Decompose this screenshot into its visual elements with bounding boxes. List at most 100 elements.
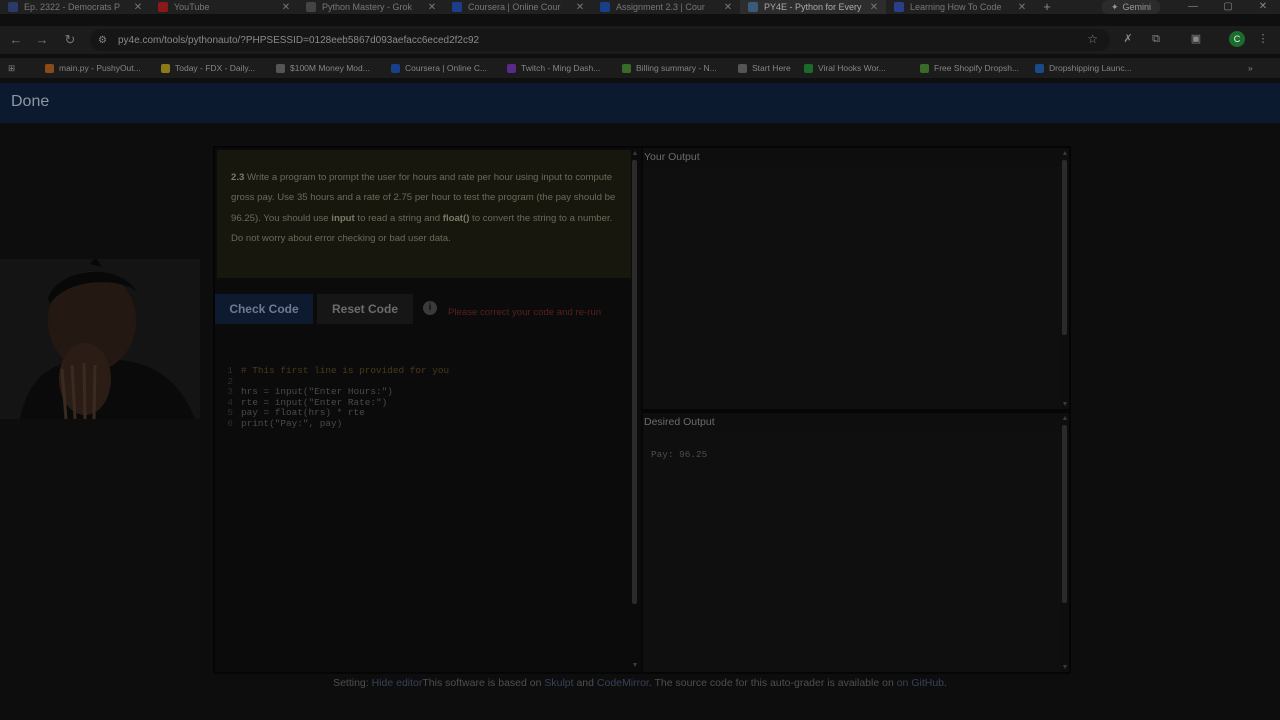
code-editor[interactable]: 1 # This first line is provided for you 2…	[217, 365, 627, 666]
coursera-icon	[600, 2, 610, 12]
bookmark-item[interactable]: main.py - PushyOut...	[45, 61, 141, 75]
close-icon[interactable]: ✕	[1016, 2, 1028, 13]
address-bar[interactable]: ⚙ py4e.com/tools/pythonauto/?PHPSESSID=0…	[90, 29, 1110, 51]
address-bar-row: ← → ↻ ⚙ py4e.com/tools/pythonauto/?PHPSE…	[0, 26, 1280, 54]
apps-icon[interactable]: ⊞	[8, 61, 15, 75]
code-text: hrs = input("Enter Hours:")	[241, 386, 393, 397]
url-text[interactable]: py4e.com/tools/pythonauto/?PHPSESSID=012…	[118, 35, 479, 46]
reset-code-button[interactable]: Reset Code	[317, 294, 413, 324]
site-info-icon[interactable]: ⚙	[98, 35, 112, 46]
sheets-icon	[804, 63, 813, 73]
triangle-icon	[738, 63, 747, 73]
scroll-thumb[interactable]	[1062, 425, 1067, 603]
scroll-up-icon[interactable]: ▲	[1061, 415, 1069, 423]
dw-icon	[8, 2, 18, 12]
desired-output-value: Pay: 96.25	[651, 449, 708, 460]
close-icon[interactable]: ✕	[722, 2, 734, 13]
tab-title: Ep. 2322 - Democrats P	[24, 2, 121, 12]
bookmark-label: Coursera | Online C...	[405, 63, 488, 73]
new-tab-icon[interactable]: +	[1040, 0, 1054, 14]
desired-output-body: Pay: 96.25	[643, 431, 1061, 672]
github-link[interactable]: on GitHub	[897, 677, 944, 689]
bookmark-item[interactable]: Today - FDX - Daily...	[161, 61, 255, 75]
star-icon[interactable]: ☆	[1087, 32, 1098, 46]
page-content: Done 2.3 Write a program to prompt the u…	[0, 83, 1280, 720]
extension-icon[interactable]: ✗	[1120, 31, 1136, 47]
maximize-icon[interactable]: ▢	[1218, 0, 1238, 14]
close-icon[interactable]: ✕	[132, 2, 144, 13]
bookmark-item[interactable]: Start Here	[738, 61, 791, 75]
gemini-button[interactable]: ✦ Gemini	[1102, 0, 1160, 14]
back-icon[interactable]: ←	[7, 31, 25, 49]
scroll-thumb[interactable]	[1062, 160, 1067, 335]
hide-editor-link[interactable]: Hide editor	[372, 677, 423, 689]
tab-item[interactable]: Assignment 2.3 | Cour ✕	[592, 0, 740, 14]
profile-avatar[interactable]: C	[1229, 31, 1245, 47]
bookmark-item[interactable]: Billing summary - N...	[622, 61, 717, 75]
prompt-text: to read a string and	[354, 212, 443, 224]
output-scrollbar[interactable]: ▲ ▼	[1061, 150, 1069, 409]
tab-item[interactable]: Learning How To Code ✕	[886, 0, 1034, 14]
keyword-float: float()	[442, 212, 470, 224]
bookmark-label: Today - FDX - Daily...	[175, 63, 256, 73]
scroll-down-icon[interactable]: ▼	[1061, 401, 1069, 409]
editor-scrollbar[interactable]: ▲ ▼	[631, 150, 639, 670]
desired-scrollbar[interactable]: ▲ ▼	[1061, 415, 1069, 672]
close-icon[interactable]: ✕	[574, 2, 586, 13]
folder-icon	[161, 63, 170, 73]
your-output-panel: Your Output ▲ ▼	[643, 148, 1069, 409]
keyword-input: input	[331, 212, 355, 224]
close-window-icon[interactable]: ✕	[1253, 0, 1273, 14]
close-icon[interactable]: ✕	[280, 2, 292, 13]
billing-icon	[622, 63, 631, 73]
codemirror-link[interactable]: CodeMirror	[597, 677, 649, 689]
forward-icon[interactable]: →	[33, 31, 51, 49]
close-icon[interactable]: ✕	[868, 2, 880, 13]
check-code-button[interactable]: Check Code	[215, 294, 313, 324]
reload-icon[interactable]: ↻	[61, 31, 79, 49]
done-link[interactable]: Done	[11, 93, 49, 111]
code-line: 5 pay = float(hrs) * rte	[217, 407, 627, 419]
skulpt-link[interactable]: Skulpt	[544, 677, 573, 689]
bookmark-item[interactable]: Coursera | Online C...	[391, 61, 487, 75]
line-number: 6	[227, 417, 233, 429]
scroll-up-icon[interactable]: ▲	[1061, 150, 1069, 158]
bookmark-item[interactable]: Free Shopify Dropsh...	[920, 61, 1019, 75]
person-icon	[276, 63, 285, 73]
tab-strip: Ep. 2322 - Democrats P ✕ YouTube ✕ Pytho…	[0, 0, 1280, 14]
tab-item-active[interactable]: PY4E - Python for Every ✕	[740, 0, 886, 14]
tab-item[interactable]: Ep. 2322 - Democrats P ✕	[0, 0, 150, 14]
bookmark-item[interactable]: Viral Hooks Wor...	[804, 61, 886, 75]
bookmark-label: Start Here	[752, 63, 791, 73]
puzzle-icon[interactable]: ⧉	[1148, 31, 1164, 47]
scroll-up-icon[interactable]: ▲	[631, 150, 639, 158]
close-icon[interactable]: ✕	[426, 2, 438, 13]
code-text: print("Pay:", pay)	[241, 417, 343, 429]
footer-text: Setting:	[333, 677, 372, 689]
bookmark-label: $100M Money Mod...	[290, 63, 370, 73]
bookmark-item[interactable]: Dropshipping Launc...	[1035, 61, 1132, 75]
tab-item[interactable]: YouTube ✕	[150, 0, 298, 14]
minimize-icon[interactable]: —	[1183, 0, 1203, 14]
sidepanel-icon[interactable]: ▣	[1188, 31, 1204, 47]
bookmark-item[interactable]: $100M Money Mod...	[276, 61, 370, 75]
code-line: 6 print("Pay:", pay)	[217, 417, 627, 430]
tab-title: Learning How To Code	[910, 2, 1002, 12]
assignment-number: 2.3	[231, 172, 245, 183]
tab-item[interactable]: Python Mastery - Grok ✕	[298, 0, 444, 14]
info-icon[interactable]: i	[423, 301, 437, 315]
scroll-down-icon[interactable]: ▼	[631, 662, 639, 670]
footer: Setting: Hide editorThis software is bas…	[0, 677, 1280, 689]
more-bookmarks-icon[interactable]: »	[1248, 61, 1253, 75]
scroll-thumb[interactable]	[632, 160, 637, 604]
python-icon	[748, 2, 758, 12]
tab-title: PY4E - Python for Every	[764, 2, 862, 12]
coursera-icon	[452, 2, 462, 12]
desired-output-title: Desired Output	[644, 416, 715, 428]
desired-output-panel: Desired Output Pay: 96.25 ▲ ▼	[643, 413, 1069, 672]
learn-icon	[894, 2, 904, 12]
menu-icon[interactable]: ⋮	[1255, 31, 1271, 47]
bookmark-item[interactable]: Twitch - Ming Dash...	[507, 61, 600, 75]
tab-item[interactable]: Coursera | Online Cour ✕	[444, 0, 592, 14]
scroll-down-icon[interactable]: ▼	[1061, 664, 1069, 672]
